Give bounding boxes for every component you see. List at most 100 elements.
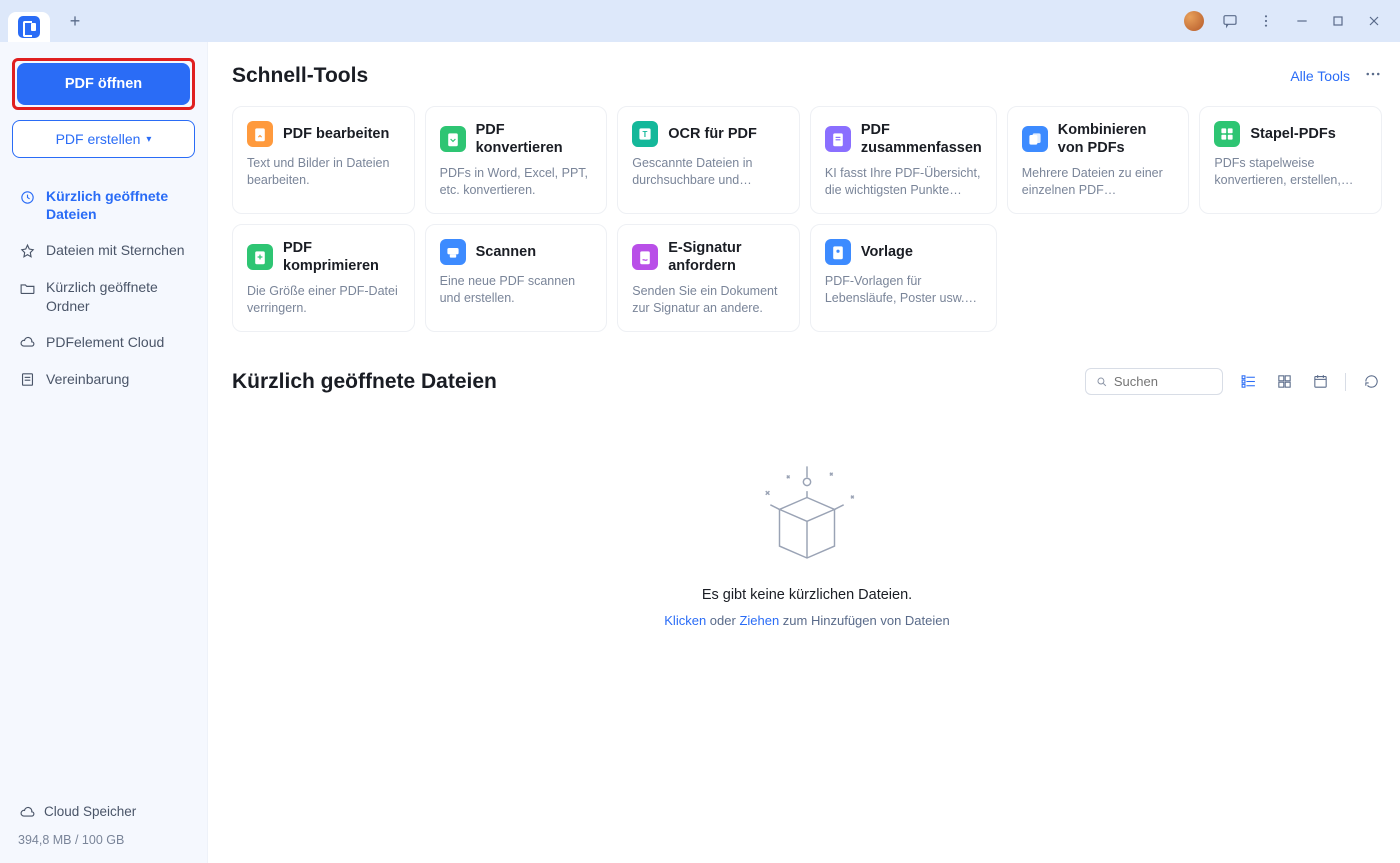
all-tools-link[interactable]: Alle Tools [1290, 68, 1350, 84]
tools-grid: PDF bearbeiten Text und Bilder in Dateien… [232, 106, 1382, 332]
search-icon [1096, 375, 1108, 389]
sidebar-item-label: Kürzlich geöffnete Dateien [46, 187, 189, 223]
tool-card[interactable]: PDF komprimierenDie Größe einer PDF-Date… [232, 224, 415, 332]
tool-title: PDF bearbeiten [283, 125, 389, 143]
tool-card[interactable]: T OCR für PDF Gescannte Dateien in durchsu… [617, 106, 800, 214]
create-pdf-button[interactable]: PDF erstellen ▾ [12, 120, 195, 158]
kebab-icon [1258, 13, 1274, 29]
content: Schnell-Tools Alle Tools PDF bearbeiten T… [208, 42, 1400, 863]
grid-icon [1276, 373, 1293, 390]
tool-desc: Text und Bilder in Dateien bearbeiten. [247, 155, 400, 189]
cloud-icon [18, 803, 36, 821]
search-box[interactable] [1085, 368, 1223, 395]
tool-card[interactable]: Stapel-PDFs PDFs stapelweise konvertieren… [1199, 106, 1382, 214]
tool-desc: Gescannte Dateien in durchsuchbare und b… [632, 155, 785, 189]
more-button[interactable] [1364, 65, 1382, 88]
chevron-down-icon: ▾ [146, 134, 151, 145]
calendar-icon [1312, 373, 1329, 390]
avatar-icon [1184, 11, 1204, 31]
sidebar-item-recent-files[interactable]: Kürzlich geöffnete Dateien [12, 178, 195, 232]
empty-text: Es gibt keine kürzlichen Dateien. [702, 587, 912, 603]
minimize-button[interactable] [1284, 3, 1320, 39]
sidebar-item-label: Dateien mit Sternchen [46, 241, 185, 259]
tool-card[interactable]: PDF zusammenfassenKI fasst Ihre PDF-Über… [810, 106, 997, 214]
recent-header: Kürzlich geöffnete Dateien [232, 368, 1382, 395]
close-button[interactable] [1356, 3, 1392, 39]
folder-icon [18, 279, 36, 297]
empty-box-icon [742, 459, 872, 569]
click-link[interactable]: Klicken [664, 613, 706, 628]
sidebar-item-label: Kürzlich geöffnete Ordner [46, 278, 189, 314]
svg-text:T: T [643, 130, 648, 139]
tool-icon [1214, 121, 1240, 147]
tool-icon [440, 126, 466, 152]
tool-desc: Mehrere Dateien zu einer einzelnen PDF z… [1022, 165, 1175, 199]
minimize-icon [1294, 13, 1310, 29]
sidebar: PDF öffnen PDF erstellen ▾ Kürzlich geöf… [0, 42, 208, 863]
view-grid-button[interactable] [1273, 371, 1295, 393]
divider [1345, 373, 1346, 391]
cloud-icon [18, 334, 36, 352]
cloud-storage-row[interactable]: Cloud Speicher [12, 798, 195, 825]
new-tab-button[interactable]: + [60, 6, 90, 36]
view-calendar-button[interactable] [1309, 371, 1331, 393]
create-pdf-label: PDF erstellen [56, 131, 141, 147]
tool-icon [1022, 126, 1048, 152]
feedback-button[interactable] [1212, 3, 1248, 39]
tool-card[interactable]: PDF konvertierenPDFs in Word, Excel, PPT… [425, 106, 608, 214]
tool-title: OCR für PDF [668, 125, 757, 143]
maximize-button[interactable] [1320, 3, 1356, 39]
view-list-button[interactable] [1237, 371, 1259, 393]
app-logo-icon [18, 16, 40, 38]
tool-icon [440, 239, 466, 265]
kebab-menu-button[interactable] [1248, 3, 1284, 39]
tool-icon [247, 244, 273, 270]
tool-desc: PDFs stapelweise konvertieren, erstellen… [1214, 155, 1367, 189]
star-icon [18, 242, 36, 260]
recent-title: Kürzlich geöffnete Dateien [232, 370, 1071, 394]
tool-desc: Die Größe einer PDF-Datei verringern. [247, 283, 400, 317]
tool-card[interactable]: Kombinieren von PDFs Mehrere Dateien zu e… [1007, 106, 1190, 214]
chat-icon [1222, 13, 1238, 29]
document-icon [18, 371, 36, 389]
tool-title: E-Signatur anfordern [668, 239, 785, 275]
tool-icon [825, 239, 851, 265]
cloud-storage-size: 394,8 MB / 100 GB [12, 825, 195, 851]
sidebar-item-agreement[interactable]: Vereinbarung [12, 361, 195, 398]
avatar-button[interactable] [1176, 3, 1212, 39]
tool-title: Scannen [476, 243, 536, 261]
search-input[interactable] [1114, 374, 1212, 389]
tool-icon [825, 126, 851, 152]
quick-tools-header: Schnell-Tools Alle Tools [232, 64, 1382, 88]
tool-title: PDF konvertieren [476, 121, 593, 157]
list-icon [1240, 373, 1257, 390]
refresh-icon [1363, 373, 1380, 390]
empty-state: Es gibt keine kürzlichen Dateien. Klicke… [232, 415, 1382, 628]
tool-card[interactable]: E-Signatur anfordern Senden Sie ein Dokum… [617, 224, 800, 332]
sidebar-item-label: PDFelement Cloud [46, 333, 164, 351]
open-pdf-button[interactable]: PDF öffnen [17, 63, 190, 105]
tool-card[interactable]: PDF bearbeiten Text und Bilder in Dateien… [232, 106, 415, 214]
tool-card[interactable]: Scannen Eine neue PDF scannen und erstell… [425, 224, 608, 332]
drag-link[interactable]: Ziehen [739, 613, 779, 628]
tool-title: Kombinieren von PDFs [1058, 121, 1175, 157]
clock-icon [18, 188, 36, 206]
titlebar: + [0, 0, 1400, 42]
sidebar-item-cloud[interactable]: PDFelement Cloud [12, 324, 195, 361]
tool-icon [632, 244, 658, 270]
tool-desc: KI fasst Ihre PDF-Übersicht, die wichtig… [825, 165, 982, 199]
tool-desc: PDF-Vorlagen für Lebensläufe, Poster usw… [825, 273, 982, 307]
close-icon [1366, 13, 1382, 29]
tool-desc: Senden Sie ein Dokument zur Signatur an … [632, 283, 785, 317]
sidebar-nav: Kürzlich geöffnete Dateien Dateien mit S… [12, 178, 195, 398]
tool-icon [247, 121, 273, 147]
tool-card[interactable]: VorlagePDF-Vorlagen für Lebensläufe, Pos… [810, 224, 997, 332]
tool-desc: Eine neue PDF scannen und erstellen. [440, 273, 593, 307]
sidebar-item-starred[interactable]: Dateien mit Sternchen [12, 232, 195, 269]
tool-title: Stapel-PDFs [1250, 125, 1335, 143]
sidebar-item-recent-folders[interactable]: Kürzlich geöffnete Ordner [12, 269, 195, 323]
empty-hint: Klicken oder Ziehen zum Hinzufügen von D… [664, 613, 949, 628]
app-tab[interactable] [8, 12, 50, 42]
tool-icon: T [632, 121, 658, 147]
refresh-button[interactable] [1360, 371, 1382, 393]
